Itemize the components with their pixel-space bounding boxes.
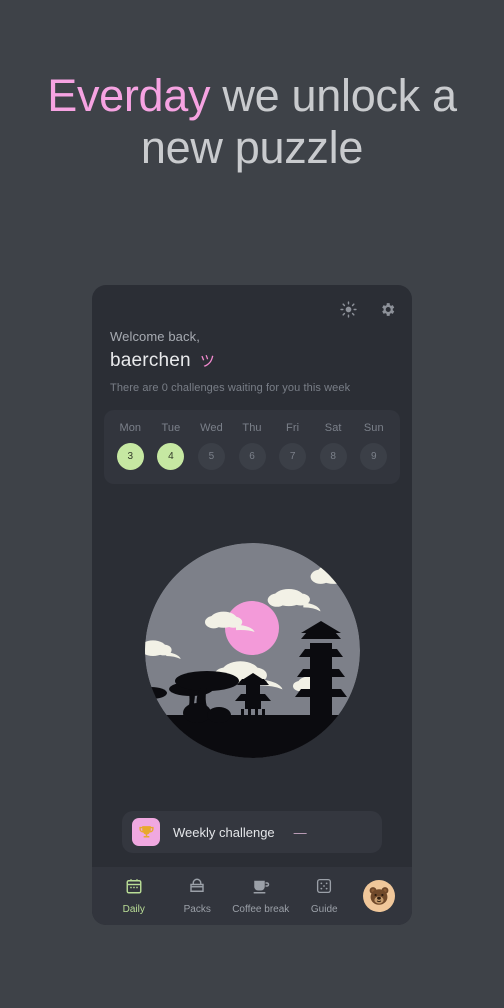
- nav-label: Daily: [122, 904, 145, 915]
- page-title: Everday we unlock a new puzzle: [0, 70, 504, 174]
- day-number[interactable]: 6: [238, 443, 266, 470]
- day-name: Tue: [161, 422, 181, 434]
- day-number[interactable]: 4: [157, 443, 185, 470]
- app-card: Welcome back, baerchen ツ There are 0 cha…: [92, 285, 412, 925]
- day-column-fri[interactable]: Fri 7: [272, 422, 313, 470]
- weekly-challenge-label: Weekly challenge: [173, 824, 275, 840]
- bottom-navigation: Daily Packs Coffee break Guide: [92, 867, 412, 925]
- bear-avatar[interactable]: [363, 880, 395, 912]
- day-number[interactable]: 8: [319, 443, 347, 470]
- night-scene-illustration: [144, 543, 360, 758]
- day-column-thu[interactable]: Thu 6: [232, 422, 273, 470]
- nav-item-daily[interactable]: Daily: [102, 877, 166, 915]
- nav-item-coffee-break[interactable]: Coffee break: [229, 877, 293, 915]
- settings-icon[interactable]: [379, 301, 396, 318]
- illustration-area: [92, 484, 412, 811]
- greeting-block: Welcome back, baerchen ツ There are 0 cha…: [92, 319, 412, 394]
- moon-shape: [224, 601, 279, 655]
- username-row: baerchen ツ: [110, 350, 394, 372]
- nav-label: Coffee break: [232, 904, 290, 915]
- trophy-icon: [132, 818, 160, 846]
- day-name: Sat: [324, 422, 342, 434]
- coffee-cup-icon: [252, 877, 270, 900]
- headline-accent-word: Everday: [47, 70, 211, 121]
- avatar-slot: [356, 880, 402, 912]
- weekly-challenge-dash: —: [293, 824, 307, 840]
- challenge-area: Weekly challenge —: [92, 811, 412, 867]
- day-name: Thu: [242, 422, 262, 434]
- day-number[interactable]: 5: [197, 443, 225, 470]
- week-strip: Mon 3 Tue 4 Wed 5 Thu 6 Fri 7 Sat 8 Sun …: [104, 410, 400, 484]
- day-number[interactable]: 7: [279, 443, 307, 470]
- weekly-challenge-button[interactable]: Weekly challenge —: [122, 811, 382, 853]
- nav-label: Packs: [183, 904, 211, 915]
- nav-item-packs[interactable]: Packs: [166, 877, 230, 915]
- day-column-mon[interactable]: Mon 3: [110, 422, 151, 470]
- ground-shape: [144, 715, 360, 758]
- welcome-text: Welcome back,: [110, 329, 200, 344]
- day-number[interactable]: 9: [360, 443, 388, 470]
- challenge-count-text: There are 0 challenges waiting for you t…: [110, 382, 351, 394]
- day-name: Sun: [363, 422, 384, 434]
- dice-icon: [315, 877, 333, 900]
- day-column-sun[interactable]: Sun 9: [353, 422, 394, 470]
- day-number[interactable]: 3: [116, 443, 144, 470]
- emoticon-text: ツ: [199, 353, 215, 370]
- day-name: Mon: [119, 422, 142, 434]
- gift-bag-icon: [188, 877, 206, 900]
- day-column-tue[interactable]: Tue 4: [151, 422, 192, 470]
- day-column-sat[interactable]: Sat 8: [313, 422, 354, 470]
- nav-item-guide[interactable]: Guide: [293, 877, 357, 915]
- brightness-icon[interactable]: [340, 300, 357, 318]
- username-text: baerchen: [110, 350, 191, 371]
- nav-label: Guide: [310, 904, 338, 915]
- calendar-icon: [125, 877, 143, 900]
- day-name: Fri: [286, 422, 300, 434]
- day-column-wed[interactable]: Wed 5: [191, 422, 232, 470]
- card-top-icon-row: [92, 285, 412, 319]
- day-name: Wed: [200, 422, 223, 434]
